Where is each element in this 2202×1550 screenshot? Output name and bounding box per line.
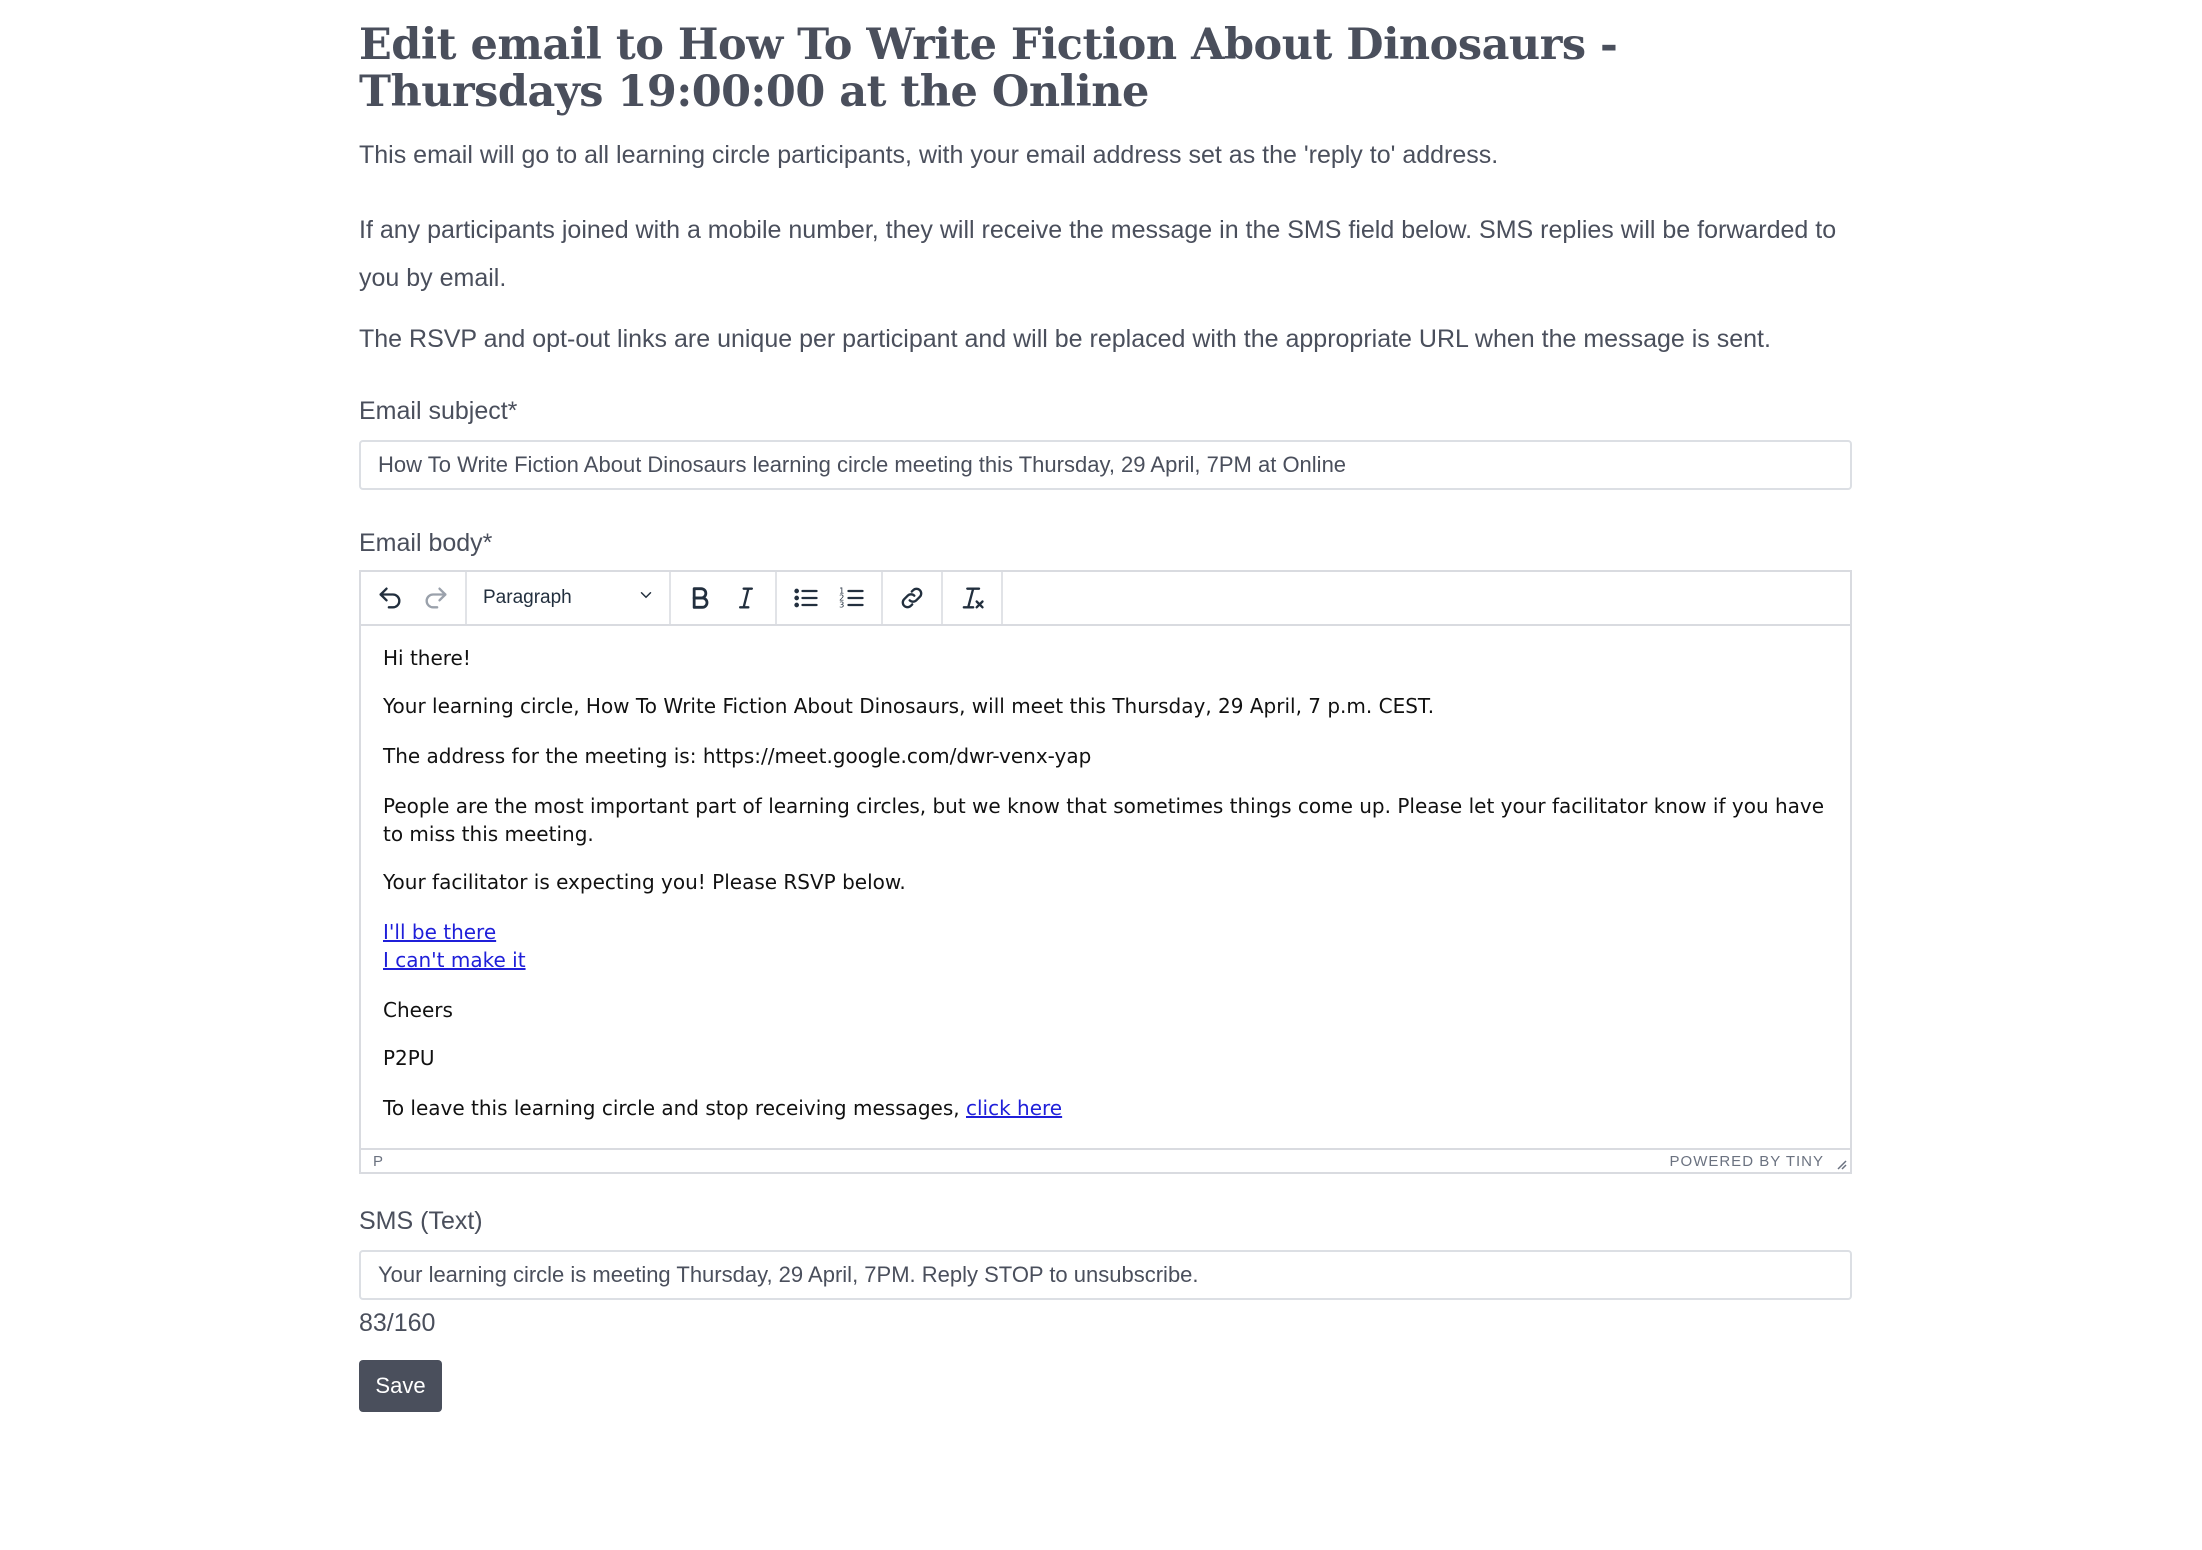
body-address: The address for the meeting is: https://… [383,744,1092,768]
numbered-list-icon[interactable]: 1 2 3 [829,578,875,618]
link-group [883,572,943,624]
resize-handle-icon[interactable] [1834,1157,1848,1171]
body-signoff: P2PU [383,1046,435,1070]
sms-character-counter: 83/160 [359,1309,436,1337]
bullet-list-icon[interactable] [783,578,829,618]
clear-group [943,572,1003,624]
link-icon[interactable] [889,578,935,618]
body-leave: To leave this learning circle and stop r… [383,1094,1828,1122]
list-group: 1 2 3 [777,572,883,624]
editor-statusbar: P POWERED BY TINY [361,1148,1850,1172]
powered-by-link[interactable]: POWERED BY TINY [1670,1153,1824,1170]
element-path[interactable]: P [373,1153,383,1170]
rich-text-editor: Paragraph 1 2 3 Hi there! Your learning … [359,570,1852,1174]
body-meeting-info: Your learning circle, How To Write Ficti… [383,694,1435,718]
intro-paragraph: This email will go to all learning circl… [359,141,1499,169]
editor-toolbar: Paragraph 1 2 3 [361,572,1850,626]
body-cheers: Cheers [383,998,453,1022]
history-group [361,572,467,624]
sms-label: SMS (Text) [359,1207,483,1235]
email-body-label: Email body* [359,529,493,557]
rsvp-no-link[interactable]: I can't make it [383,948,526,972]
format-group [671,572,777,624]
svg-text:3: 3 [839,599,844,609]
email-subject-label: Email subject* [359,397,518,425]
rsvp-yes-link[interactable]: I'll be there [383,920,496,944]
block-format-group: Paragraph [467,572,671,624]
rsvp-links: I'll be there I can't make it [383,918,1828,974]
clear-formatting-icon[interactable] [949,578,995,618]
chevron-down-icon [637,586,655,610]
intro-paragraph: The RSVP and opt-out links are unique pe… [359,325,1771,353]
intro-text: This email will go to all learning circl… [359,138,1852,356]
block-format-select[interactable]: Paragraph [473,578,663,618]
body-greeting: Hi there! [383,646,471,670]
bold-icon[interactable] [677,578,723,618]
leave-text: To leave this learning circle and stop r… [383,1096,966,1120]
save-button[interactable]: Save [359,1360,442,1412]
block-format-value: Paragraph [483,587,572,608]
unsubscribe-link[interactable]: click here [966,1096,1062,1120]
page-title: Edit email to How To Write Fiction About… [359,20,1618,117]
email-subject-input[interactable]: How To Write Fiction About Dinosaurs lea… [359,440,1852,490]
undo-icon[interactable] [367,578,413,618]
body-expecting: Your facilitator is expecting you! Pleas… [383,870,906,894]
body-importance: People are the most important part of le… [383,794,1825,846]
editor-content[interactable]: Hi there! Your learning circle, How To W… [361,626,1850,1148]
italic-icon[interactable] [723,578,769,618]
redo-icon[interactable] [413,578,459,618]
edit-email-page: Edit email to How To Write Fiction About… [359,22,1852,1412]
intro-paragraph: If any participants joined with a mobile… [359,216,1837,292]
sms-input[interactable]: Your learning circle is meeting Thursday… [359,1250,1852,1300]
